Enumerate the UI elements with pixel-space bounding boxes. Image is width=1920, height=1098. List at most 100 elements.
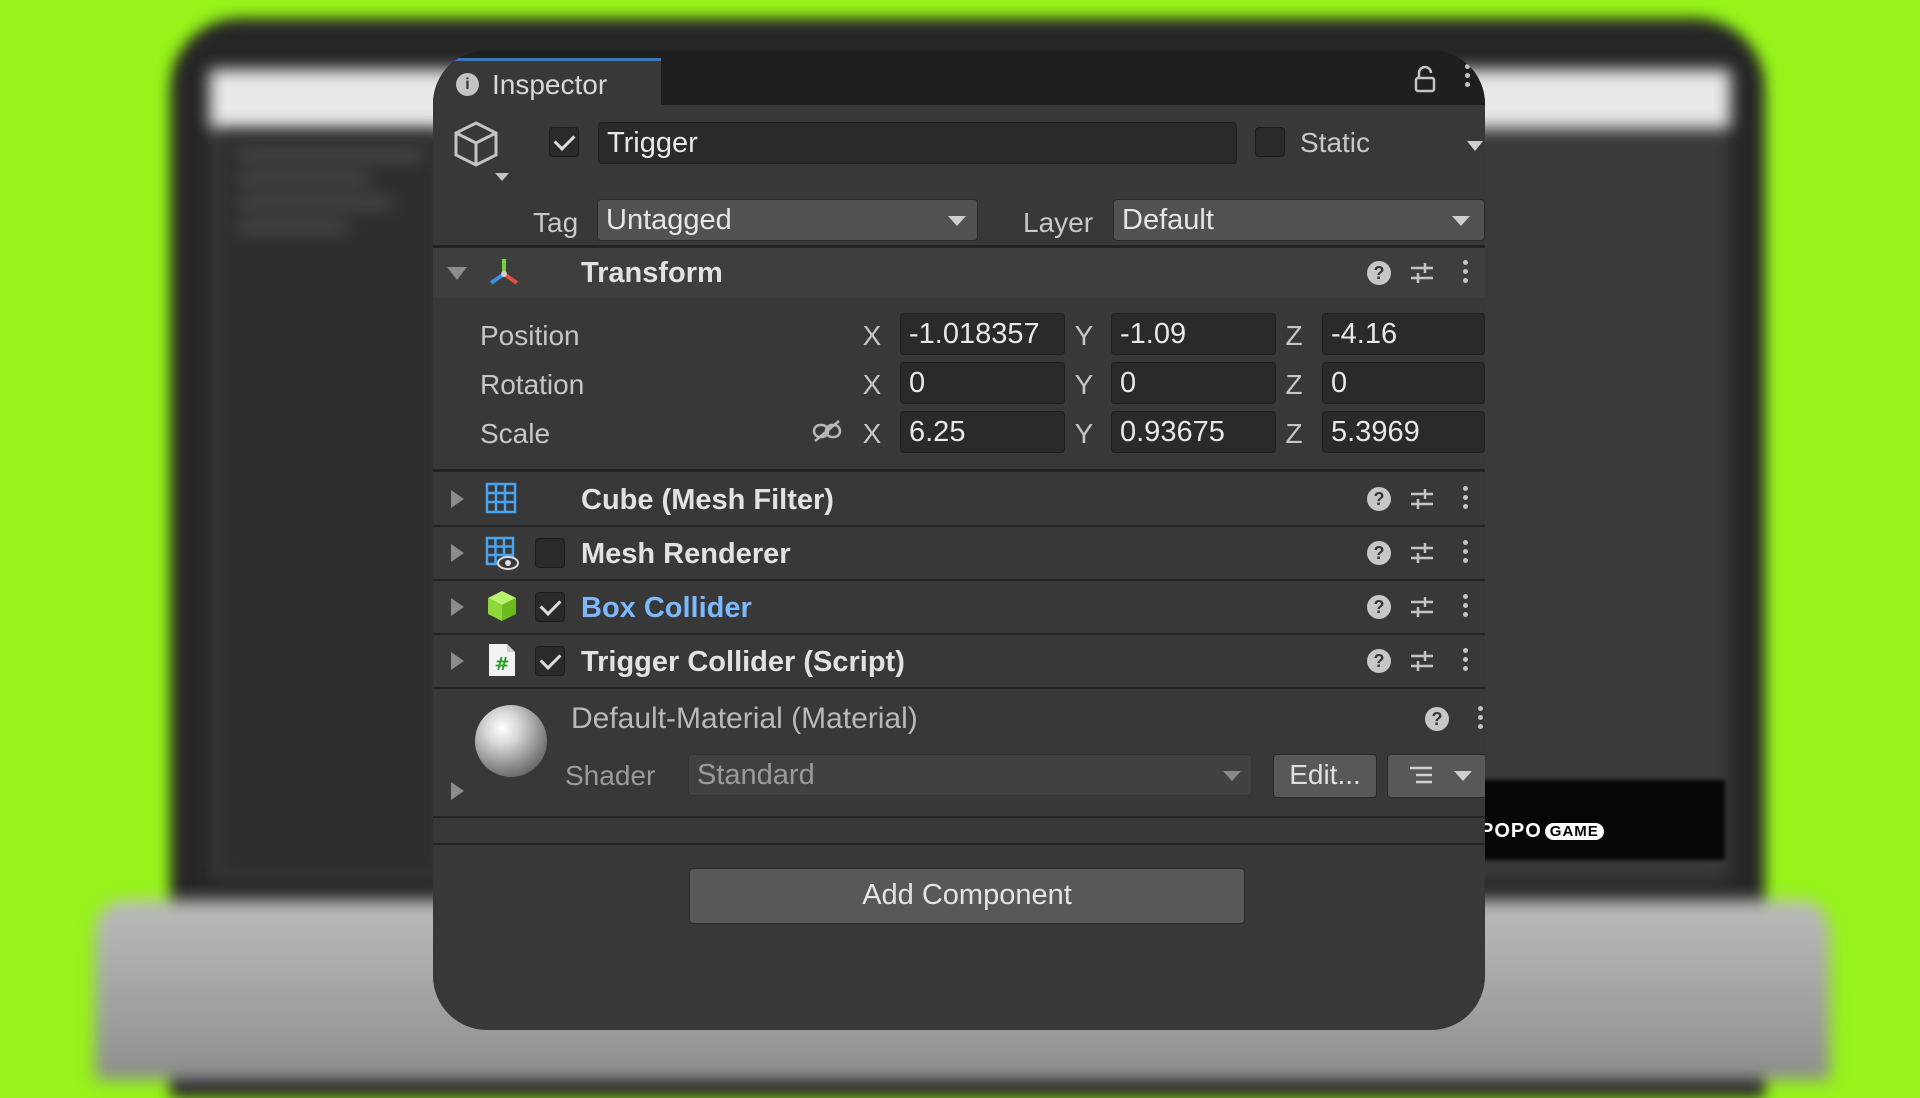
watermark-logo: POPO GAME: [1480, 820, 1604, 843]
rotation-label: Rotation: [480, 369, 585, 400]
foldout-collapsed-icon[interactable]: [451, 544, 464, 562]
help-icon[interactable]: ?: [1367, 541, 1391, 565]
tag-value: Untagged: [606, 204, 732, 236]
box-collider-icon: [488, 591, 516, 621]
help-icon[interactable]: ?: [1367, 649, 1391, 673]
help-icon[interactable]: ?: [1367, 261, 1391, 285]
axis-z-label: Z: [1285, 418, 1303, 449]
mesh-filter-icon: [485, 482, 517, 514]
material-menu-icon[interactable]: [1478, 706, 1484, 729]
axis-x-label: X: [862, 418, 882, 449]
shader-edit-button[interactable]: Edit...: [1273, 754, 1377, 798]
transform-header[interactable]: Transform ?: [433, 248, 1485, 298]
presets-icon[interactable]: [1409, 595, 1435, 619]
divider: [433, 633, 1485, 635]
axis-x-label: X: [862, 320, 882, 351]
game-object-name-field[interactable]: Trigger: [598, 122, 1237, 164]
shader-list-button[interactable]: [1387, 754, 1485, 798]
presets-icon[interactable]: [1409, 649, 1435, 673]
active-checkbox[interactable]: [549, 127, 579, 157]
component-enabled-checkbox[interactable]: [535, 646, 565, 676]
static-label: Static: [1300, 127, 1371, 158]
constrain-proportions-icon[interactable]: [811, 419, 843, 443]
lock-icon[interactable]: [1413, 65, 1437, 93]
material-title: Default-Material (Material): [571, 702, 918, 735]
svg-text:#: #: [494, 654, 509, 675]
window-menu-icon[interactable]: [1465, 64, 1471, 87]
scale-label: Scale: [480, 418, 551, 449]
foldout-collapsed-icon[interactable]: [451, 490, 464, 508]
help-icon[interactable]: ?: [1367, 487, 1391, 511]
divider: [433, 843, 1485, 845]
position-y-field[interactable]: -1.09: [1111, 313, 1276, 355]
scale-z-field[interactable]: 5.3969: [1322, 411, 1485, 453]
static-checkbox[interactable]: [1255, 127, 1285, 157]
axis-z-label: Z: [1285, 369, 1303, 400]
tab-bar: i Inspector: [433, 50, 1485, 108]
rotation-y-field[interactable]: 0: [1111, 362, 1276, 404]
component-menu-icon[interactable]: [1463, 648, 1469, 671]
game-object-header: Trigger Static Tag Untagged Layer Defaul…: [433, 105, 1485, 245]
layer-value: Default: [1122, 204, 1214, 236]
position-z-field[interactable]: -4.16: [1322, 313, 1485, 355]
axis-z-label: Z: [1285, 320, 1303, 351]
component-menu-icon[interactable]: [1463, 260, 1469, 283]
presets-icon[interactable]: [1409, 261, 1435, 285]
info-icon: i: [456, 73, 479, 96]
component-title: Mesh Renderer: [581, 538, 791, 570]
icon-picker-arrow[interactable]: [495, 173, 509, 181]
game-object-cube-icon[interactable]: [451, 119, 501, 169]
presets-icon[interactable]: [1409, 487, 1435, 511]
foldout-collapsed-icon[interactable]: [451, 782, 464, 800]
foldout-collapsed-icon[interactable]: [451, 652, 464, 670]
mesh-renderer-header[interactable]: Mesh Renderer ?: [433, 528, 1485, 578]
foldout-expanded-icon[interactable]: [447, 267, 467, 280]
mesh-filter-header[interactable]: Cube (Mesh Filter) ?: [433, 474, 1485, 524]
layer-dropdown[interactable]: Default: [1113, 199, 1485, 241]
axis-y-label: Y: [1074, 418, 1094, 449]
background-hierarchy-panel: [220, 135, 440, 875]
position-label: Position: [480, 320, 580, 351]
transform-title: Transform: [581, 257, 723, 289]
help-icon[interactable]: ?: [1425, 707, 1449, 731]
component-enabled-checkbox[interactable]: [535, 592, 565, 622]
tab-inspector[interactable]: i Inspector: [433, 58, 661, 108]
position-x-field[interactable]: -1.018357: [900, 313, 1065, 355]
help-icon[interactable]: ?: [1367, 595, 1391, 619]
add-component-button[interactable]: Add Component: [689, 868, 1245, 924]
component-title: Trigger Collider (Script): [581, 646, 905, 678]
presets-icon[interactable]: [1409, 541, 1435, 565]
component-menu-icon[interactable]: [1463, 594, 1469, 617]
tag-dropdown[interactable]: Untagged: [597, 199, 978, 241]
rotation-x-field[interactable]: 0: [900, 362, 1065, 404]
mesh-renderer-icon: [485, 536, 519, 570]
axis-x-label: X: [862, 369, 882, 400]
material-preview-sphere[interactable]: [475, 705, 547, 777]
divider: [433, 687, 1485, 689]
component-menu-icon[interactable]: [1463, 486, 1469, 509]
scale-y-field[interactable]: 0.93675: [1111, 411, 1276, 453]
component-enabled-checkbox[interactable]: [535, 538, 565, 568]
chevron-down-icon: [1452, 216, 1470, 226]
tab-inspector-label: Inspector: [492, 68, 608, 100]
chevron-down-icon: [1223, 771, 1241, 781]
watermark-brand: POPO: [1480, 820, 1542, 842]
tag-label: Tag: [533, 207, 579, 238]
rotation-z-field[interactable]: 0: [1322, 362, 1485, 404]
trigger-collider-script-header[interactable]: # Trigger Collider (Script) ?: [433, 636, 1485, 686]
axis-y-label: Y: [1074, 320, 1094, 351]
component-title: Box Collider: [581, 592, 752, 624]
chevron-down-icon: [948, 216, 966, 226]
scale-x-field[interactable]: 6.25: [900, 411, 1065, 453]
shader-dropdown[interactable]: Standard: [688, 754, 1252, 796]
component-menu-icon[interactable]: [1463, 540, 1469, 563]
foldout-collapsed-icon[interactable]: [451, 598, 464, 616]
box-collider-header[interactable]: Box Collider ?: [433, 582, 1485, 632]
axis-y-label: Y: [1074, 369, 1094, 400]
transform-axes-icon: [489, 259, 519, 285]
list-icon: [1410, 766, 1432, 784]
divider: [433, 579, 1485, 581]
static-dropdown-icon[interactable]: [1467, 141, 1483, 151]
divider: [433, 816, 1485, 818]
divider: [433, 525, 1485, 527]
